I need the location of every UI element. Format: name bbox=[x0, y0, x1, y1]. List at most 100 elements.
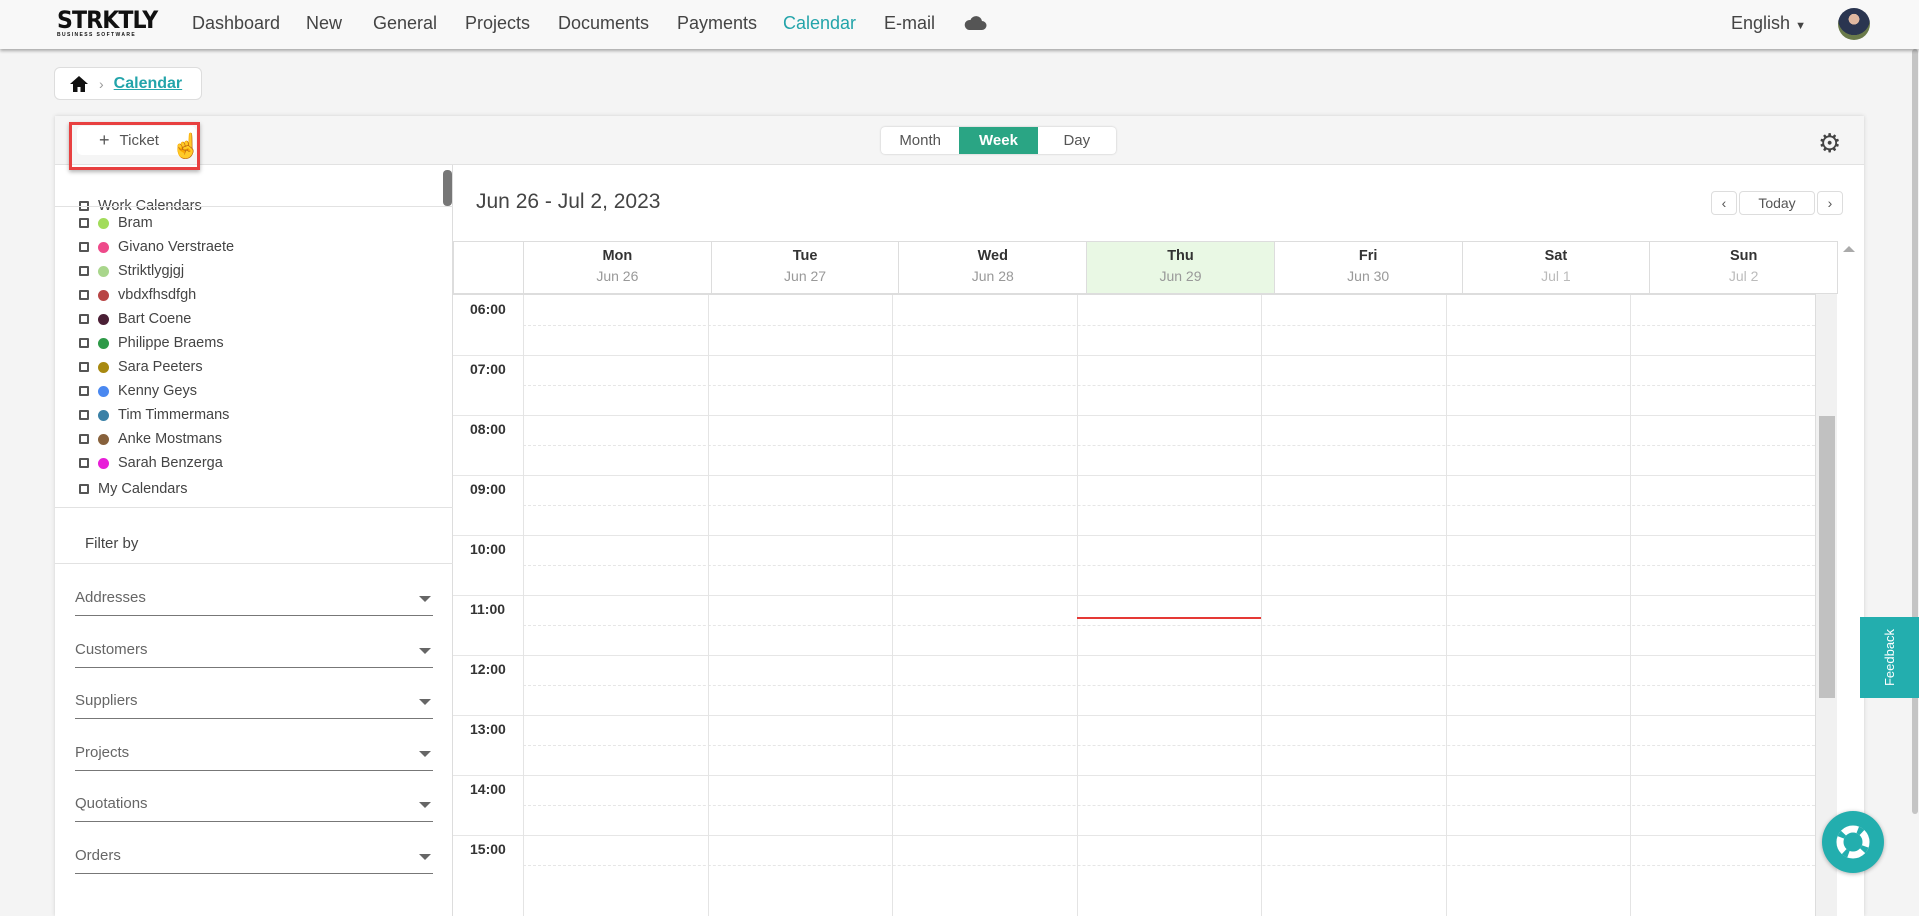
breadcrumb: › Calendar bbox=[54, 67, 202, 100]
hour-label: 09:00 bbox=[470, 481, 506, 497]
caret-down-icon bbox=[419, 647, 431, 654]
help-button[interactable] bbox=[1822, 811, 1884, 873]
checkbox[interactable] bbox=[79, 362, 89, 372]
hour-label: 13:00 bbox=[470, 721, 506, 737]
cloud-icon[interactable] bbox=[963, 13, 987, 31]
avatar[interactable] bbox=[1838, 8, 1870, 40]
calendar-color-dot bbox=[98, 433, 109, 445]
day-header-tue[interactable]: Tue Jun 27 bbox=[711, 241, 900, 294]
checkbox[interactable] bbox=[79, 338, 89, 348]
day-header-sat[interactable]: Sat Jul 1 bbox=[1462, 241, 1651, 294]
home-icon[interactable] bbox=[69, 75, 89, 93]
calendar-color-dot bbox=[98, 457, 109, 469]
day-header-thu[interactable]: Thu Jun 29 bbox=[1087, 241, 1275, 294]
calendar-color-dot bbox=[98, 385, 109, 397]
calendar-item[interactable]: Kenny Geys bbox=[79, 383, 197, 399]
calendar-item[interactable]: Philippe Braems bbox=[79, 335, 224, 351]
filter-by-heading: Filter by bbox=[85, 535, 139, 552]
calendar-item[interactable]: Anke Mostmans bbox=[79, 431, 222, 447]
nav-projects[interactable]: Projects bbox=[465, 13, 530, 34]
hour-label: 07:00 bbox=[470, 361, 506, 377]
my-calendars-toggle[interactable]: My Calendars bbox=[79, 481, 187, 497]
caret-down-icon bbox=[419, 802, 431, 808]
hour-label: 12:00 bbox=[470, 661, 506, 677]
date-navigation: ‹ Today › bbox=[1711, 191, 1843, 215]
breadcrumb-calendar[interactable]: Calendar bbox=[114, 75, 182, 93]
calendar-item[interactable]: vbdxfhsdfgh bbox=[79, 287, 196, 303]
calendar-color-dot bbox=[98, 337, 109, 349]
calendar-item[interactable]: Sara Peeters bbox=[79, 359, 203, 375]
calendar-item[interactable]: Tim Timmermans bbox=[79, 407, 229, 423]
calendar-item[interactable]: Givano Verstraete bbox=[79, 239, 234, 255]
hour-label: 08:00 bbox=[470, 421, 506, 437]
checkbox[interactable] bbox=[79, 242, 89, 252]
calendar-color-dot bbox=[98, 361, 109, 373]
calendar-color-dot bbox=[98, 241, 109, 253]
nav-new[interactable]: New bbox=[306, 13, 342, 34]
day-header-fri[interactable]: Fri Jun 30 bbox=[1274, 241, 1463, 294]
nav-dashboard[interactable]: Dashboard bbox=[192, 13, 280, 34]
nav-documents[interactable]: Documents bbox=[558, 13, 649, 34]
checkbox[interactable] bbox=[79, 314, 89, 324]
nav-email[interactable]: E-mail bbox=[884, 13, 935, 34]
calendar-color-dot bbox=[98, 313, 109, 325]
date-range-title: Jun 26 - Jul 2, 2023 bbox=[476, 190, 661, 213]
day-header-wed[interactable]: Wed Jun 28 bbox=[899, 241, 1088, 294]
gear-icon[interactable]: ⚙ bbox=[1818, 128, 1841, 159]
chevron-right-icon: › bbox=[99, 75, 104, 92]
nav-general[interactable]: General bbox=[373, 13, 437, 34]
checkbox[interactable] bbox=[79, 290, 89, 300]
time-grid[interactable]: 06:00 07:00 08:00 09:00 10:00 11:00 12:00 13:00… bbox=[453, 294, 1815, 916]
hour-label: 10:00 bbox=[470, 541, 506, 557]
prev-week-button[interactable]: ‹ bbox=[1711, 191, 1737, 215]
grid-scrollbar-thumb[interactable] bbox=[1819, 416, 1835, 698]
caret-down-icon bbox=[419, 750, 431, 757]
checkbox[interactable] bbox=[79, 218, 89, 228]
feedback-tab[interactable]: Feedback bbox=[1860, 617, 1919, 698]
view-day-button[interactable]: Day bbox=[1038, 127, 1116, 154]
day-header-mon[interactable]: Mon Jun 26 bbox=[524, 241, 712, 294]
caret-down-icon bbox=[419, 853, 431, 860]
calendar-item[interactable]: Striktlygjgj bbox=[79, 263, 184, 279]
checkbox[interactable] bbox=[79, 266, 89, 276]
checkbox[interactable] bbox=[79, 434, 89, 444]
caret-down-icon bbox=[419, 596, 431, 602]
view-switcher: Month Week Day bbox=[881, 127, 1116, 154]
logo[interactable]: STRKTLY BUSINESS SOFTWARE bbox=[57, 8, 173, 38]
calendar-item[interactable]: Bart Coene bbox=[79, 311, 191, 327]
top-navbar: STRKTLY BUSINESS SOFTWARE Dashboard New … bbox=[0, 0, 1919, 49]
calendar-color-dot bbox=[98, 265, 109, 277]
view-week-button[interactable]: Week bbox=[959, 127, 1038, 154]
calendar-toolbar: + Ticket ☝ Month Week Day ⚙ bbox=[55, 116, 1864, 170]
caret-down-icon bbox=[419, 699, 431, 705]
checkbox[interactable] bbox=[79, 484, 89, 494]
calendar-color-dot bbox=[98, 217, 109, 229]
next-week-button[interactable]: › bbox=[1817, 191, 1843, 215]
checkbox[interactable] bbox=[79, 458, 89, 468]
scroll-up-arrow-icon[interactable] bbox=[1843, 246, 1855, 252]
nav-payments[interactable]: Payments bbox=[677, 13, 757, 34]
hour-label: 11:00 bbox=[470, 601, 506, 617]
page-scrollbar[interactable] bbox=[1912, 49, 1918, 814]
calendar-color-dot bbox=[98, 289, 109, 301]
view-month-button[interactable]: Month bbox=[881, 127, 959, 154]
hour-label: 15:00 bbox=[470, 841, 506, 857]
checkbox[interactable] bbox=[79, 386, 89, 396]
day-header-sun[interactable]: Sun Jul 2 bbox=[1650, 241, 1838, 294]
hand-cursor-icon: ☝ bbox=[171, 133, 201, 160]
checkbox[interactable] bbox=[79, 410, 89, 420]
calendar-item[interactable]: Sarah Benzerga bbox=[79, 455, 223, 471]
sidebar: Work Calendars Bram Givano Verstraete Stri… bbox=[55, 165, 453, 916]
lifebuoy-icon bbox=[1836, 825, 1870, 859]
calendar-item[interactable]: Bram bbox=[79, 215, 153, 231]
calendar-color-dot bbox=[98, 409, 109, 421]
today-button[interactable]: Today bbox=[1739, 191, 1815, 215]
caret-down-icon: ▼ bbox=[1795, 20, 1806, 32]
nav-calendar[interactable]: Calendar bbox=[783, 13, 856, 34]
language-selector[interactable]: English ▼ bbox=[1731, 13, 1806, 34]
sidebar-scrollbar[interactable] bbox=[443, 170, 452, 206]
calendar-list: Bram Givano Verstraete Striktlygjgj vbdxfhs… bbox=[55, 215, 453, 471]
time-gutter-header bbox=[453, 241, 524, 294]
current-time-indicator bbox=[1076, 617, 1262, 619]
calendar-panel: + Ticket ☝ Month Week Day ⚙ Work Calendar… bbox=[55, 116, 1864, 916]
